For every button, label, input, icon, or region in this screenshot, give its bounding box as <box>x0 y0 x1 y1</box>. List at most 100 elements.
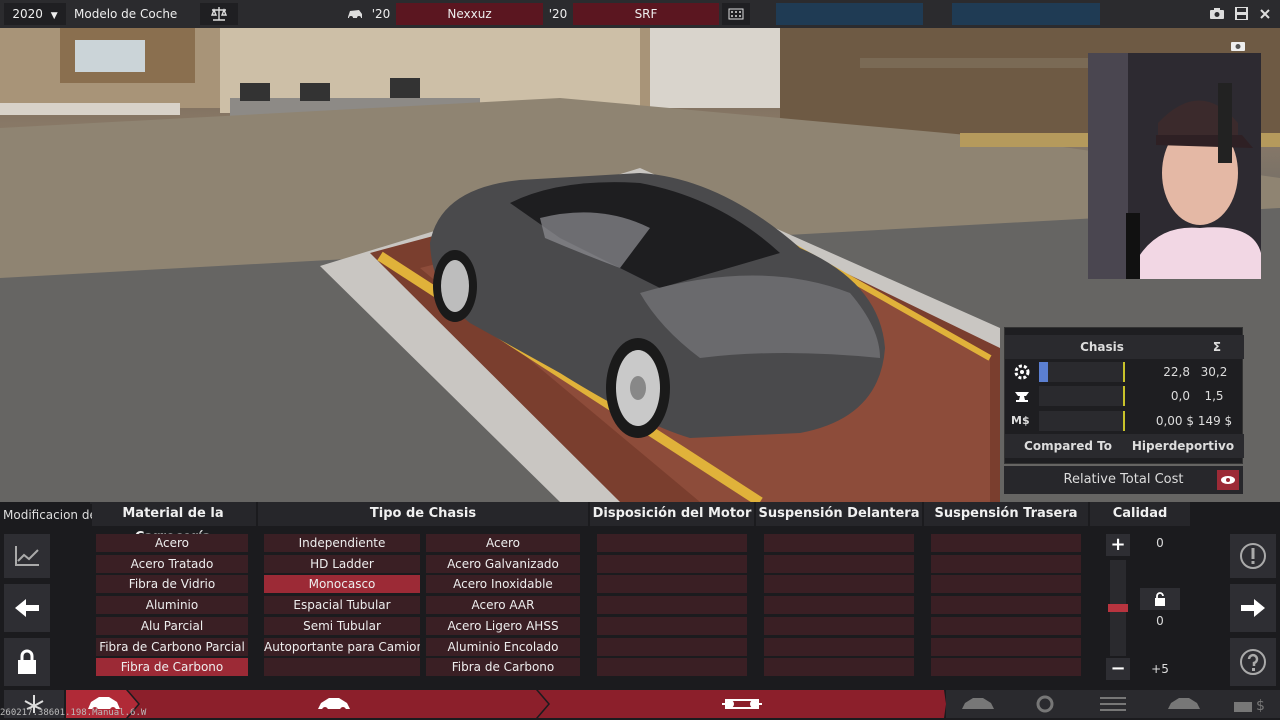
stat-marker <box>1123 362 1125 382</box>
compared-to-row[interactable]: Compared To Hiperdeportivo <box>1005 434 1244 458</box>
header-front-suspension: Suspensión Delantera <box>756 502 922 526</box>
design-nav-bar: $ 260217.38601.198.Manual.6.W <box>0 688 1280 720</box>
empty-option-slot <box>597 637 747 656</box>
debug-text: 260217.38601.198.Manual.6.W <box>0 708 147 718</box>
stats-header: Chasis Σ <box>1005 335 1244 359</box>
year-value: 2020 <box>12 7 43 21</box>
engine-bay-icon[interactable] <box>960 695 996 717</box>
quality-bottom-value: +5 <box>1151 662 1169 676</box>
model-label: Modelo de Coche year <box>74 7 178 43</box>
help-icon <box>1240 649 1266 675</box>
camera-icon[interactable] <box>1206 3 1228 25</box>
model-name-field[interactable]: Nexxuz <box>396 3 543 25</box>
arrow-left-icon <box>15 599 39 617</box>
stat-marker <box>1123 386 1125 406</box>
empty-option-slot <box>764 554 914 573</box>
compared-to-value[interactable]: Hiperdeportivo <box>1127 434 1239 458</box>
save-icon[interactable] <box>1230 3 1252 25</box>
gearbox-icon[interactable] <box>1096 694 1130 718</box>
quality-plus-button[interactable]: + <box>1106 534 1130 556</box>
option-item[interactable]: Espacial Tubular <box>264 596 420 615</box>
trim-name-field[interactable]: SRF <box>573 3 719 25</box>
option-item[interactable]: Autoportante para Camioneta <box>264 637 420 656</box>
option-item[interactable]: Fibra de Vidrio <box>96 575 248 594</box>
option-item[interactable]: Fibra de Carbono Parcial <box>96 637 248 656</box>
quality-lock-button[interactable] <box>1140 588 1180 610</box>
screenshot-icon[interactable] <box>1230 37 1246 56</box>
empty-option-slot <box>264 658 420 677</box>
relative-cost-label: Relative Total Cost <box>1063 472 1184 487</box>
quality-top-value: 0 <box>1156 536 1164 550</box>
option-item[interactable]: Acero <box>96 534 248 552</box>
stat-marker <box>1123 411 1125 431</box>
header-chassis-type: Tipo de Chasis <box>258 502 588 526</box>
next-button[interactable] <box>1230 584 1276 632</box>
warning-button[interactable] <box>1230 534 1276 578</box>
option-item[interactable]: Aluminio Encolado <box>426 637 580 656</box>
graph-button[interactable] <box>4 534 50 578</box>
chassis-icon <box>720 694 764 718</box>
trim-icon[interactable] <box>1166 695 1202 717</box>
option-item[interactable]: Acero Tratado <box>96 554 248 573</box>
dropdown-icon: ▼ <box>50 11 58 21</box>
info-field-1[interactable] <box>776 3 923 25</box>
unlock-icon <box>1155 592 1165 606</box>
empty-option-slot <box>931 554 1081 573</box>
option-item[interactable]: Semi Tubular <box>264 616 420 635</box>
relative-cost-toggle[interactable]: Relative Total Cost <box>1004 466 1243 494</box>
quality-slider-handle[interactable] <box>1108 604 1128 612</box>
trim-year-prefix: '20 <box>548 7 568 21</box>
option-item[interactable]: Acero Inoxidable <box>426 575 580 594</box>
cost-icon[interactable]: $ <box>1232 694 1272 718</box>
compared-to-label: Compared To <box>1024 439 1112 453</box>
model-year-prefix: '20 <box>371 7 391 21</box>
empty-option-slot <box>931 637 1081 656</box>
stat-value: 22,8 <box>1163 365 1190 379</box>
scales-icon[interactable] <box>200 3 238 25</box>
empty-option-slot <box>597 658 747 677</box>
stat-total: 30,2 <box>1200 365 1228 379</box>
option-item[interactable]: Alu Parcial <box>96 616 248 635</box>
car-icon[interactable] <box>344 3 366 25</box>
empty-option-slot <box>931 596 1081 615</box>
empty-option-slot <box>931 575 1081 594</box>
chassis-stats-panel: Chasis Σ 22,8 30,2 0,0 1,5 M$ 0,00 $ 149… <box>1004 327 1244 464</box>
option-item[interactable]: Monocasco <box>264 575 420 594</box>
eye-icon[interactable] <box>1217 470 1239 490</box>
warning-icon <box>1240 543 1266 569</box>
option-item[interactable]: Fibra de Carbono <box>96 658 248 677</box>
empty-option-slot <box>931 534 1081 552</box>
options-icon[interactable] <box>722 3 750 25</box>
empty-option-slot <box>931 616 1081 635</box>
year-selector[interactable]: 2020 ▼ <box>4 3 66 25</box>
webcam-overlay <box>1088 53 1261 279</box>
car-side-icon <box>316 695 352 717</box>
option-item[interactable]: Aluminio <box>96 596 248 615</box>
help-button[interactable] <box>1230 638 1276 686</box>
option-item[interactable]: Acero Galvanizado <box>426 554 580 573</box>
back-button[interactable] <box>4 584 50 632</box>
lock-button[interactable] <box>4 638 50 686</box>
option-item[interactable]: Independiente <box>264 534 420 552</box>
empty-option-slot <box>597 616 747 635</box>
option-item[interactable]: Fibra de Carbono <box>426 658 580 677</box>
stat-total: 1,5 <box>1204 389 1224 403</box>
svg-text:$: $ <box>1256 698 1265 714</box>
option-item[interactable]: Acero <box>426 534 580 552</box>
option-item[interactable]: Acero Ligero AHSS <box>426 616 580 635</box>
option-item[interactable]: HD Ladder <box>264 554 420 573</box>
header-quality: Calidad <box>1090 502 1190 526</box>
stat-total: 149 $ <box>1197 414 1233 428</box>
option-item[interactable]: Acero AAR <box>426 596 580 615</box>
stat-bar-track <box>1039 386 1125 406</box>
quality-minus-button[interactable]: − <box>1106 658 1130 680</box>
quality-slider[interactable] <box>1108 560 1128 656</box>
header-rear-suspension: Suspensión Trasera <box>924 502 1088 526</box>
empty-option-slot <box>764 658 914 677</box>
stats-title: Chasis <box>1080 340 1124 354</box>
info-field-2[interactable] <box>952 3 1100 25</box>
empty-option-slot <box>764 575 914 594</box>
empty-option-slot <box>764 616 914 635</box>
engine-icon[interactable] <box>1030 694 1060 718</box>
close-icon[interactable] <box>1254 3 1276 25</box>
